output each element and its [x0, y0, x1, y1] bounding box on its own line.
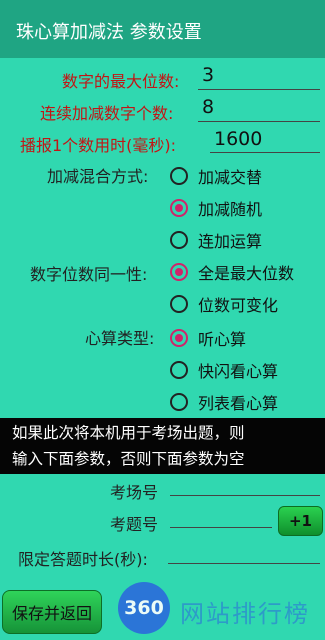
- radio-selected-icon: [170, 329, 188, 347]
- count-label: 连续加减数字个数:: [40, 104, 174, 123]
- radio-label: 位数可变化: [198, 296, 279, 315]
- radio-mix-alternate[interactable]: 加减交替: [170, 162, 262, 190]
- mix-mode-label: 加减混合方式:: [47, 167, 149, 186]
- radio-label: 加减随机: [198, 200, 263, 219]
- duration-label: 限定答题时长(秒):: [18, 550, 148, 569]
- radio-label: 加减交替: [198, 168, 263, 187]
- watermark-text: 网站排行榜: [180, 600, 310, 628]
- notice-line-1: 如果此次将本机用于考场出题，则: [12, 424, 245, 442]
- notice-line-2: 输入下面参数，否则下面参数为空: [12, 450, 245, 468]
- radio-label: 快闪看心算: [198, 362, 279, 381]
- max-digits-label: 数字的最大位数:: [62, 72, 180, 91]
- max-digits-underline: [198, 89, 320, 90]
- question-underline: [170, 527, 272, 528]
- title-bar: 珠心算加减法 参数设置: [0, 0, 325, 58]
- page-title: 珠心算加减法 参数设置: [16, 22, 202, 43]
- radio-mix-add-only[interactable]: 连加运算: [170, 226, 262, 254]
- radio-label: 列表看心算: [198, 394, 279, 413]
- radio-calc-flash[interactable]: 快闪看心算: [170, 356, 278, 384]
- radio-selected-icon: [170, 199, 188, 217]
- radio-circle-icon: [170, 361, 188, 379]
- increment-button[interactable]: +1: [278, 506, 323, 536]
- radio-digit-all-max[interactable]: 全是最大位数: [170, 258, 294, 286]
- radio-digit-variable[interactable]: 位数可变化: [170, 290, 278, 318]
- radio-label: 听心算: [198, 330, 247, 349]
- radio-label: 全是最大位数: [198, 264, 295, 283]
- radio-circle-icon: [170, 393, 188, 411]
- digit-mode-label: 数字位数同一性:: [30, 265, 148, 284]
- radio-circle-icon: [170, 231, 188, 249]
- time-input[interactable]: 1600: [214, 128, 262, 150]
- exam-notice: 如果此次将本机用于考场出题，则 输入下面参数，否则下面参数为空: [0, 418, 325, 474]
- watermark-360-logo-icon: 360: [118, 582, 170, 634]
- max-digits-input[interactable]: 3: [202, 64, 214, 86]
- save-return-button[interactable]: 保存并返回: [2, 590, 102, 634]
- time-label: 播报1个数用时(毫秒):: [20, 136, 177, 155]
- radio-mix-random[interactable]: 加减随机: [170, 194, 262, 222]
- exam-room-label: 考场号: [110, 483, 159, 502]
- radio-label: 连加运算: [198, 232, 263, 251]
- radio-calc-listen[interactable]: 听心算: [170, 324, 246, 352]
- radio-circle-icon: [170, 167, 188, 185]
- radio-selected-icon: [170, 263, 188, 281]
- duration-underline: [168, 563, 320, 564]
- calc-type-label: 心算类型:: [85, 329, 155, 348]
- radio-circle-icon: [170, 295, 188, 313]
- count-underline: [198, 121, 320, 122]
- radio-calc-list[interactable]: 列表看心算: [170, 388, 278, 416]
- exam-room-underline: [170, 495, 320, 496]
- question-label: 考题号: [110, 515, 159, 534]
- count-input[interactable]: 8: [202, 96, 214, 118]
- time-underline: [210, 152, 320, 153]
